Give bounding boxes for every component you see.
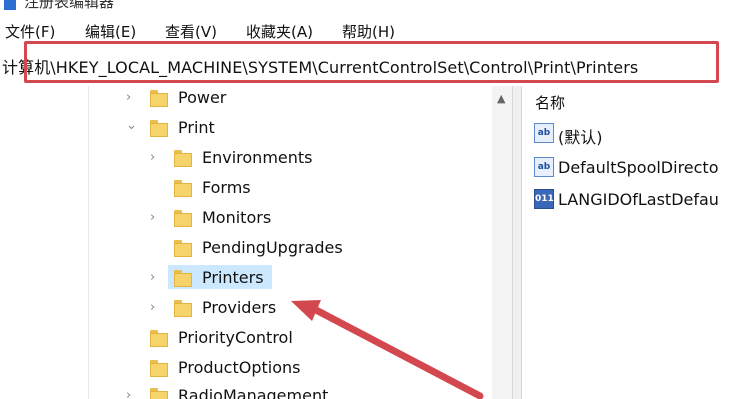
chevron-right-icon[interactable]: › xyxy=(126,388,131,399)
menu-view[interactable]: 查看(V) xyxy=(165,21,217,42)
folder-icon xyxy=(174,300,192,317)
tree-node-forms[interactable]: Forms xyxy=(150,176,490,202)
tree-scrollbar[interactable] xyxy=(492,86,512,399)
title-bar: 注册表编辑器 xyxy=(0,0,736,18)
window-title: 注册表编辑器 xyxy=(24,0,115,11)
menu-favorites[interactable]: 收藏夹(A) xyxy=(246,21,313,42)
tree-node-monitors[interactable]: › Monitors xyxy=(150,206,490,232)
tree-node-prioritycontrol[interactable]: PriorityControl xyxy=(126,326,466,352)
value-name: DefaultSpoolDirecto xyxy=(558,158,719,177)
value-name: (默认) xyxy=(558,128,603,147)
chevron-right-icon[interactable]: › xyxy=(150,150,155,165)
tree-node-label: ProductOptions xyxy=(178,358,301,377)
tree-node-printers[interactable]: › Printers xyxy=(150,266,490,292)
folder-icon xyxy=(174,240,192,257)
tree-node-radiomanagement[interactable]: › RadioManagement xyxy=(126,384,466,399)
string-value-icon: ab xyxy=(534,157,554,177)
folder-icon xyxy=(150,120,168,137)
tree-node-label: PendingUpgrades xyxy=(202,238,343,257)
tree-node-pendingupgrades[interactable]: PendingUpgrades xyxy=(150,236,490,262)
value-name: LANGIDOfLastDefau xyxy=(558,190,719,209)
tree-node-label: RadioManagement xyxy=(178,386,329,399)
chevron-right-icon[interactable]: › xyxy=(150,270,155,285)
key-tree: › Power ⌄ Print › Environments Forms › M… xyxy=(0,86,512,399)
tree-node-providers[interactable]: › Providers xyxy=(150,296,490,322)
menu-file[interactable]: 文件(F) xyxy=(5,21,55,42)
folder-icon xyxy=(150,360,168,377)
tree-node-print[interactable]: ⌄ Print xyxy=(126,116,466,142)
value-row-langidoflastdefault[interactable]: 011 LANGIDOfLastDefau xyxy=(534,188,736,214)
tree-node-label: Environments xyxy=(202,148,313,167)
menu-help[interactable]: 帮助(H) xyxy=(342,21,395,42)
values-pane: 名称 ab (默认) ab DefaultSpoolDirecto 011 LA… xyxy=(522,86,736,399)
chevron-down-icon[interactable]: ⌄ xyxy=(126,118,137,133)
tree-node-label: PriorityControl xyxy=(178,328,293,347)
value-row-defaultspooldirectory[interactable]: ab DefaultSpoolDirecto xyxy=(534,156,736,182)
binary-value-icon: 011 xyxy=(534,189,554,209)
folder-icon xyxy=(174,270,192,287)
tree-node-label: Monitors xyxy=(202,208,272,227)
folder-icon xyxy=(150,90,168,107)
tree-node-label: Forms xyxy=(202,178,251,197)
address-highlight-box xyxy=(24,41,719,83)
tree-node-environments[interactable]: › Environments xyxy=(150,146,490,172)
tree-node-label: Power xyxy=(178,88,227,107)
scroll-up-arrow-icon[interactable]: ▲ xyxy=(497,92,505,105)
tree-node-label: Print xyxy=(178,118,215,137)
string-value-icon: ab xyxy=(534,123,554,143)
tree-node-productoptions[interactable]: ProductOptions xyxy=(126,356,466,382)
menu-edit[interactable]: 编辑(E) xyxy=(85,21,136,42)
chevron-right-icon[interactable]: › xyxy=(150,300,155,315)
tree-node-label: Providers xyxy=(202,298,277,317)
folder-icon xyxy=(174,210,192,227)
folder-icon xyxy=(174,180,192,197)
folder-icon xyxy=(150,330,168,347)
chevron-right-icon[interactable]: › xyxy=(126,90,131,105)
tree-guide-line xyxy=(88,86,89,399)
registry-editor-icon xyxy=(4,0,16,10)
tree-node-power[interactable]: › Power xyxy=(126,86,466,112)
pane-splitter[interactable] xyxy=(512,86,522,399)
column-header-name[interactable]: 名称 xyxy=(535,92,565,113)
tree-node-label: Printers xyxy=(202,268,264,287)
chevron-right-icon[interactable]: › xyxy=(150,210,155,225)
value-row-default[interactable]: ab (默认) xyxy=(534,122,736,148)
folder-icon xyxy=(150,388,168,399)
folder-icon xyxy=(174,150,192,167)
